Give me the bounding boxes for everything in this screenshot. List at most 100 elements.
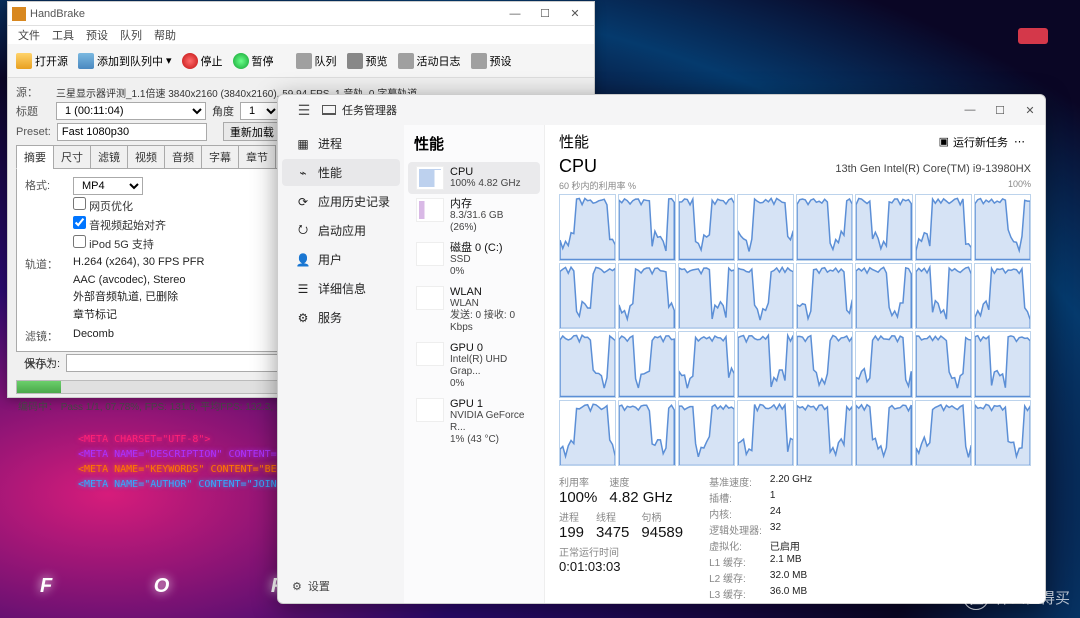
hb-titlebar[interactable]: HandBrake — ☐ ✕ xyxy=(8,2,594,26)
cpu-core-cell xyxy=(974,400,1031,467)
reload-button[interactable]: 重新加载 xyxy=(223,122,281,141)
cpu-core-cell xyxy=(678,194,735,261)
sidebar-item-users[interactable]: 👤用户 xyxy=(282,246,400,273)
cpu-core-cell xyxy=(559,263,616,330)
perf-thumb-icon xyxy=(416,398,444,422)
performance-icon: ⌁ xyxy=(296,166,310,180)
perf-item--0-c-[interactable]: 磁盘 0 (C:)SSD0% xyxy=(408,238,540,282)
preset-label: Preset: xyxy=(16,126,51,138)
sidebar-item-startup[interactable]: ⭮启动应用 xyxy=(282,217,400,244)
cpu-specs: 基准速度:2.20 GHz插槽:1内核:24逻辑处理器:32虚拟化:已启用L1 … xyxy=(709,474,812,601)
angle-label: 角度 xyxy=(212,103,234,119)
run-icon: ▣ xyxy=(939,135,949,148)
queue-icon xyxy=(296,53,312,69)
sidebar-item-performance[interactable]: ⌁性能 xyxy=(282,159,400,186)
tab-filters[interactable]: 滤镜 xyxy=(90,145,128,169)
tb-log[interactable]: 活动日志 xyxy=(394,50,465,72)
menu-tools[interactable]: 工具 xyxy=(46,26,80,44)
sidebar-item-details[interactable]: ☰详细信息 xyxy=(282,275,400,302)
tab-dimensions[interactable]: 尺寸 xyxy=(53,145,91,169)
cpu-core-cell xyxy=(915,331,972,398)
tb-preset[interactable]: 预设 xyxy=(467,50,516,72)
perf-item--[interactable]: 内存8.3/31.6 GB (26%) xyxy=(408,194,540,238)
maximize-button[interactable]: ☐ xyxy=(530,3,560,25)
cpu-core-grid xyxy=(559,194,1031,466)
services-icon: ⚙ xyxy=(296,311,310,325)
title-select[interactable]: 1 (00:11:04) xyxy=(56,102,206,120)
cpu-core-cell xyxy=(678,400,735,467)
menu-file[interactable]: 文件 xyxy=(12,26,46,44)
tb-open-source[interactable]: 打开源 xyxy=(12,50,72,72)
chk-web[interactable]: 网页优化 xyxy=(73,197,133,214)
tb-pause[interactable]: 暂停 xyxy=(229,50,278,72)
sidebar-item-settings[interactable]: ⚙设置 xyxy=(278,572,404,599)
saveas-label: 保存为: xyxy=(24,355,60,371)
hamburger-icon[interactable]: ☰ xyxy=(286,102,322,119)
cpu-core-cell xyxy=(618,194,675,261)
tab-subtitles[interactable]: 字幕 xyxy=(201,145,239,169)
cpu-core-cell xyxy=(737,263,794,330)
close-button[interactable]: ✕ xyxy=(560,3,590,25)
users-icon: 👤 xyxy=(296,253,310,267)
run-new-task-button[interactable]: ▣运行新任务 xyxy=(939,134,1008,150)
tab-audio[interactable]: 音频 xyxy=(164,145,202,169)
cpu-core-cell xyxy=(618,331,675,398)
tm-minimize-button[interactable]: — xyxy=(955,99,985,121)
cpu-core-cell xyxy=(796,400,853,467)
tracks-label: 轨道： xyxy=(25,256,73,272)
perf-item-gpu-1[interactable]: GPU 1NVIDIA GeForce R...1% (43 °C) xyxy=(408,394,540,450)
cpu-core-cell xyxy=(915,194,972,261)
menu-help[interactable]: 帮助 xyxy=(148,26,182,44)
sidebar-item-services[interactable]: ⚙服务 xyxy=(282,304,400,331)
hb-app-icon xyxy=(12,7,26,21)
tab-summary[interactable]: 摘要 xyxy=(16,145,54,169)
cpu-core-cell xyxy=(559,331,616,398)
tm-main-panel: 性能 ▣运行新任务 ⋯ CPU 13th Gen Intel(R) Core(T… xyxy=(544,125,1045,603)
cpu-core-cell xyxy=(855,400,912,467)
perf-item-wlan[interactable]: WLANWLAN发送: 0 接收: 0 Kbps xyxy=(408,282,540,338)
cpu-core-cell xyxy=(796,194,853,261)
tm-app-title: 任务管理器 xyxy=(342,102,397,118)
stat-proc: 199 xyxy=(559,524,584,541)
stat-speed: 4.82 GHz xyxy=(609,489,672,506)
preset-input[interactable] xyxy=(57,123,207,141)
tm-sidebar: ▦进程 ⌁性能 ⟳应用历史记录 ⭮启动应用 👤用户 ☰详细信息 ⚙服务 ⚙设置 xyxy=(278,125,404,603)
tm-titlebar[interactable]: ☰ 任务管理器 — ☐ ✕ xyxy=(278,95,1045,125)
cpu-core-cell xyxy=(737,331,794,398)
tm-maximize-button[interactable]: ☐ xyxy=(985,99,1015,121)
tm-perf-list: 性能 CPU100% 4.82 GHz内存8.3/31.6 GB (26%)磁盘… xyxy=(404,125,544,603)
angle-select[interactable]: 1 xyxy=(240,102,280,120)
legend-left: 60 秒内的利用率 % xyxy=(559,179,636,192)
tab-video[interactable]: 视频 xyxy=(127,145,165,169)
minimize-button[interactable]: — xyxy=(500,3,530,25)
menu-presets[interactable]: 预设 xyxy=(80,26,114,44)
chk-avalign[interactable]: 音视频起始对齐 xyxy=(73,216,166,233)
chk-ipod[interactable]: iPod 5G 支持 xyxy=(73,235,154,252)
cpu-core-cell xyxy=(796,331,853,398)
more-button[interactable]: ⋯ xyxy=(1008,135,1031,148)
cpu-core-cell xyxy=(796,263,853,330)
tab-chapters[interactable]: 章节 xyxy=(238,145,276,169)
format-select[interactable]: MP4 xyxy=(73,177,143,195)
sidebar-item-processes[interactable]: ▦进程 xyxy=(282,130,400,157)
format-label: 格式: xyxy=(25,177,73,195)
tb-stop[interactable]: 停止 xyxy=(178,50,227,72)
sidebar-item-history[interactable]: ⟳应用历史记录 xyxy=(282,188,400,215)
perf-item-gpu-0[interactable]: GPU 0Intel(R) UHD Grap...0% xyxy=(408,338,540,394)
cpu-core-cell xyxy=(678,331,735,398)
tb-queue[interactable]: 队列 xyxy=(292,50,341,72)
cpu-core-cell xyxy=(974,263,1031,330)
queue-add-icon xyxy=(78,53,94,69)
perf-title: 性能 xyxy=(404,129,544,162)
tb-add-queue[interactable]: 添加到队列中▾ xyxy=(74,50,176,72)
menu-queue[interactable]: 队列 xyxy=(114,26,148,44)
tb-preview[interactable]: 预览 xyxy=(343,50,392,72)
perf-item-cpu[interactable]: CPU100% 4.82 GHz xyxy=(408,162,540,194)
perf-thumb-icon xyxy=(416,166,444,190)
main-title: 性能 xyxy=(559,131,939,152)
tm-close-button[interactable]: ✕ xyxy=(1015,99,1045,121)
stat-hnd: 94589 xyxy=(641,524,683,541)
stat-uptime: 0:01:03:03 xyxy=(559,559,683,574)
hb-toolbar: 打开源 添加到队列中▾ 停止 暂停 队列 预览 活动日志 预设 xyxy=(8,44,594,78)
legend-right: 100% xyxy=(1008,179,1031,192)
